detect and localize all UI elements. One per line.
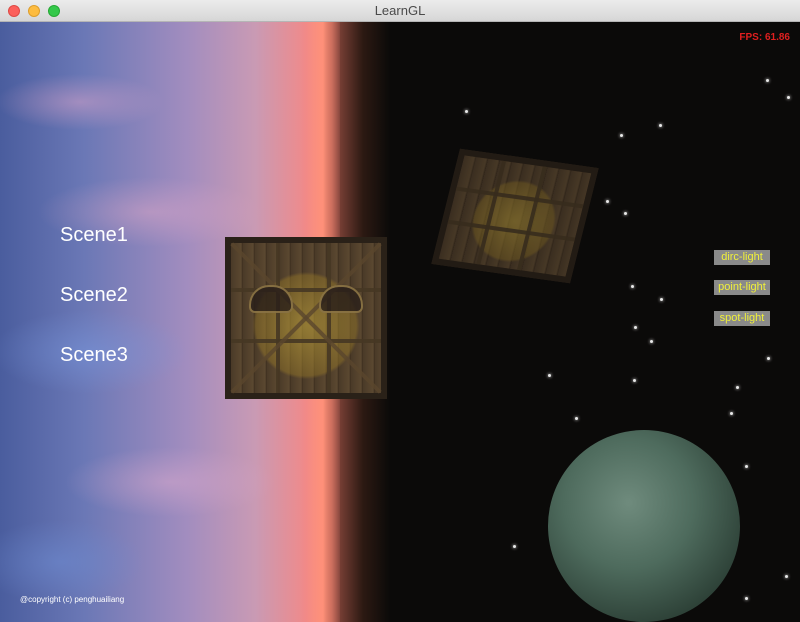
star xyxy=(650,340,653,343)
star xyxy=(631,285,634,288)
fps-counter: FPS: 61.86 xyxy=(739,32,790,43)
star xyxy=(634,326,637,329)
point-light-button[interactable]: point-light xyxy=(714,280,770,295)
star xyxy=(767,357,770,360)
face-eye-right xyxy=(319,285,363,313)
star xyxy=(785,575,788,578)
star xyxy=(606,200,609,203)
scene1-button[interactable]: Scene1 xyxy=(60,224,128,247)
star xyxy=(660,298,663,301)
crate-front xyxy=(225,237,387,399)
star xyxy=(624,212,627,215)
star xyxy=(633,379,636,382)
planet-sphere xyxy=(548,430,740,622)
spot-light-button[interactable]: spot-light xyxy=(714,311,770,326)
star xyxy=(575,417,578,420)
window-title: LearnGL xyxy=(374,3,426,18)
star xyxy=(730,412,733,415)
scene3-button[interactable]: Scene3 xyxy=(60,344,128,367)
copyright-text: @copyright (c) penghuailiang xyxy=(20,595,125,604)
star xyxy=(548,374,551,377)
star xyxy=(465,110,468,113)
star xyxy=(513,545,516,548)
star xyxy=(659,124,662,127)
crate-rotated xyxy=(431,148,599,284)
star xyxy=(745,465,748,468)
scene2-button[interactable]: Scene2 xyxy=(60,284,128,307)
star xyxy=(620,134,623,137)
dirc-light-button[interactable]: dirc-light xyxy=(714,250,770,265)
app-window: LearnGL Scene1 Scene2 Scene3 dirc-light … xyxy=(0,0,800,622)
title-bar[interactable]: LearnGL xyxy=(0,0,800,22)
star xyxy=(766,79,769,82)
star xyxy=(745,597,748,600)
face-eye-left xyxy=(249,285,293,313)
star xyxy=(787,96,790,99)
gl-viewport[interactable]: Scene1 Scene2 Scene3 dirc-light point-li… xyxy=(0,22,800,622)
star xyxy=(736,386,739,389)
